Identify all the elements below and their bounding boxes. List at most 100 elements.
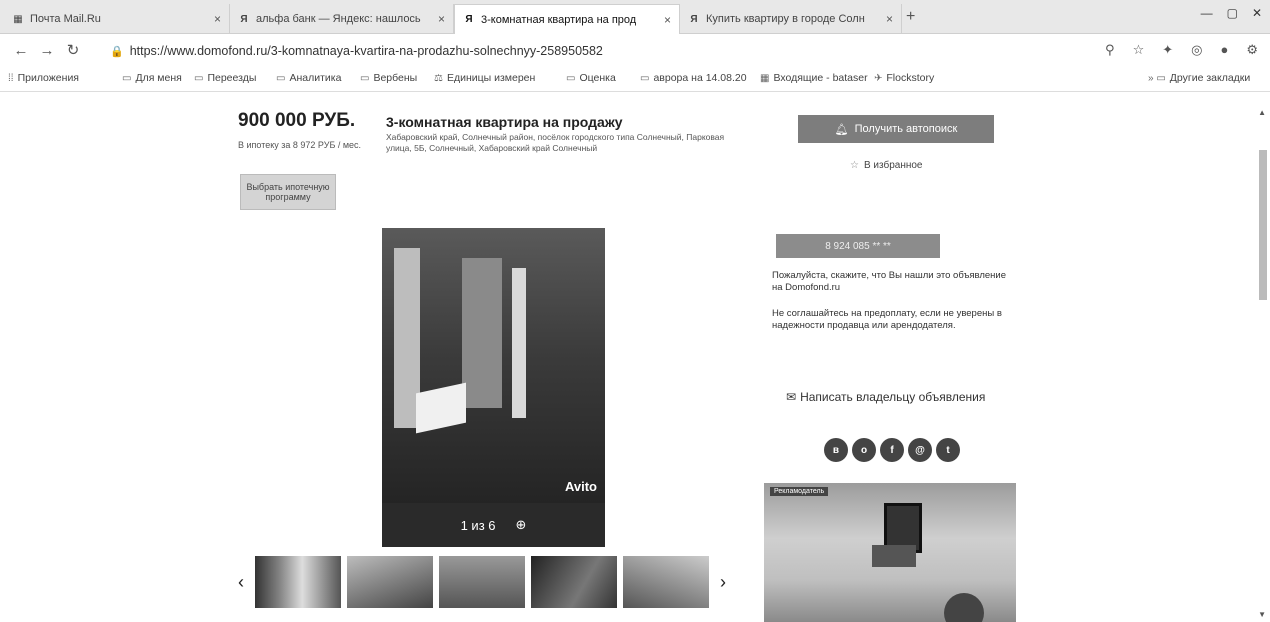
scroll-down-icon[interactable]: ▼ [1258,610,1266,619]
star-icon: ☆ [850,160,859,171]
chevron-left-icon[interactable]: ‹ [230,572,252,593]
bookmark-label: Оценка [579,72,616,84]
mention-notice: Пожалуйста, скажите, что Вы нашли это об… [772,270,1007,294]
reload-icon[interactable]: ↻ [60,41,86,59]
back-icon[interactable]: ← [8,42,34,59]
bookmark-item[interactable]: ▭ аврора на 14.08.20 [640,72,747,84]
toolbar-actions: ⚲ ☆ ✦ ◎ ● ⚙ [1105,42,1258,58]
thumbnail[interactable] [255,556,341,608]
menu-icon[interactable]: ⚙ [1246,42,1258,58]
tab-title: Купить квартиру в городе Солн [706,13,865,25]
bookmark-label: Flockstory [886,72,935,84]
bookmark-item[interactable]: ✈ Flockstory [874,72,934,84]
photo-box [416,382,466,434]
apps-icon: ⁞⁞ [8,72,14,84]
photo-door-frame [512,268,526,418]
mortgage-note: В ипотеку за 8 972 РУБ / мес. [238,140,362,150]
folder-icon: » ▭ [1148,72,1166,84]
bookmark-item[interactable]: » ▭ Другие закладки [1148,72,1250,84]
yandex-icon: Я [240,13,248,25]
close-icon[interactable]: × [664,13,671,27]
zoom-icon[interactable]: ⚲ [1105,42,1115,58]
tab-title: 3-комнатная квартира на прод [481,13,637,26]
bookmark-item[interactable]: ▭ Аналитика [276,72,341,84]
thumbnail[interactable] [623,556,709,608]
mail-icon: ▦ [13,13,23,25]
autosearch-label: Получить автопоиск [854,123,958,135]
address-bar[interactable]: 🔒 https://www.domofond.ru/3-komnatnaya-k… [110,40,1040,62]
extension-icon[interactable]: ✦ [1162,42,1173,58]
folder-icon: ▭ [640,72,650,84]
bookmark-label: аврора на 14.08.20 [653,72,747,84]
close-icon[interactable]: × [214,12,221,26]
tab-yandex[interactable]: Я альфа банк — Яндекс: нашлось × [230,4,454,34]
bookmark-label: Вербены [373,72,418,84]
mail-icon: ▦ [760,72,770,84]
bookmark-item[interactable]: ▭ Для меня [122,72,182,84]
bookmark-item[interactable]: ▭ Вербены [360,72,417,84]
close-window-icon[interactable]: ✕ [1252,6,1262,20]
add-to-favorites[interactable]: ☆ В избранное [850,160,923,171]
bookmark-label: Единицы измерен [446,72,536,84]
folder-icon: ▭ [360,72,370,84]
chevron-right-icon[interactable]: › [712,572,734,593]
maximize-icon[interactable]: ▢ [1227,6,1238,20]
tab-domofond-search[interactable]: Я Купить квартиру в городе Солн × [680,4,902,34]
fb-icon[interactable]: f [880,438,904,462]
bookmark-label: Переезды [207,72,257,84]
show-phone-button[interactable]: 8 924 085 ** ** [776,234,940,258]
tab-domofond-active[interactable]: Я 3-комнатная квартира на прод × [454,4,680,34]
bookmark-label: Входящие - bataser [773,72,868,84]
close-icon[interactable]: × [438,12,445,26]
folder-icon: ▭ [566,72,576,84]
ad-shelf [872,545,916,567]
ad-person [944,593,984,622]
bookmark-apps[interactable]: ⁞⁞ Приложения [8,72,79,84]
zoom-photo-icon[interactable]: ⊕ [516,517,527,533]
thumbnail[interactable] [347,556,433,608]
thumbnail[interactable] [439,556,525,608]
scale-icon: ⚖ [434,72,443,84]
lock-icon: 🔒 [110,45,124,58]
domofond-icon: Я [465,14,473,25]
tab-title: альфа банк — Яндекс: нашлось [256,13,421,25]
new-tab-button[interactable]: + [906,8,915,26]
thumbnail[interactable] [531,556,617,608]
photo-counter: 1 из 6 [460,517,496,533]
prepayment-warning: Не соглашайтесь на предоплату, если не у… [772,308,1002,332]
tab-mail[interactable]: ▦ Почта Mail.Ru × [4,4,230,34]
bird-icon: ✈ [874,72,883,84]
bookmark-star-icon[interactable]: ☆ [1133,42,1145,58]
main-photo[interactable]: Avito [382,228,605,546]
close-icon[interactable]: × [886,12,893,26]
advertisement[interactable]: Рекламодатель [764,483,1016,622]
scrollbar-thumb[interactable] [1259,150,1267,300]
thumbnail-strip: ‹ › [230,556,734,608]
bookmark-label: Аналитика [289,72,342,84]
sync-icon[interactable]: ◎ [1191,42,1202,58]
minimize-icon[interactable]: — [1201,6,1213,20]
bell-icon: 🔔︎ [834,123,849,136]
forward-icon[interactable]: → [34,42,60,59]
favorite-label: В избранное [863,160,923,171]
write-owner-link[interactable]: ✉ Написать владельцу объявления [786,390,985,404]
bookmark-item[interactable]: ▦ Входящие - bataser [760,72,868,84]
photo-doorway [462,258,502,408]
bookmark-item[interactable]: ▭ Переезды [194,72,256,84]
photo-watermark: Avito [564,479,597,494]
write-owner-label: Написать владельцу объявления [800,390,986,404]
bookmark-item[interactable]: ▭ Оценка [566,72,616,84]
twitter-icon[interactable]: t [936,438,960,462]
mailru-icon[interactable]: @ [908,438,932,462]
listing-title: 3-комнатная квартира на продажу [386,114,623,130]
scroll-up-icon[interactable]: ▲ [1258,108,1266,117]
ok-icon[interactable]: о [852,438,876,462]
autosearch-button[interactable]: 🔔︎ Получить автопоиск [798,115,994,143]
profile-icon[interactable]: ● [1220,42,1228,58]
window-controls: — ▢ ✕ [1201,6,1262,20]
bookmark-item[interactable]: ⚖ Единицы измерен [434,72,535,84]
mortgage-program-button[interactable]: Выбрать ипотечную программу [240,174,336,210]
vk-icon[interactable]: в [824,438,848,462]
page-scrollbar[interactable] [1258,100,1268,620]
browser-toolbar: ← → ↻ 🔒 https://www.domofond.ru/3-komnat… [0,34,1270,66]
